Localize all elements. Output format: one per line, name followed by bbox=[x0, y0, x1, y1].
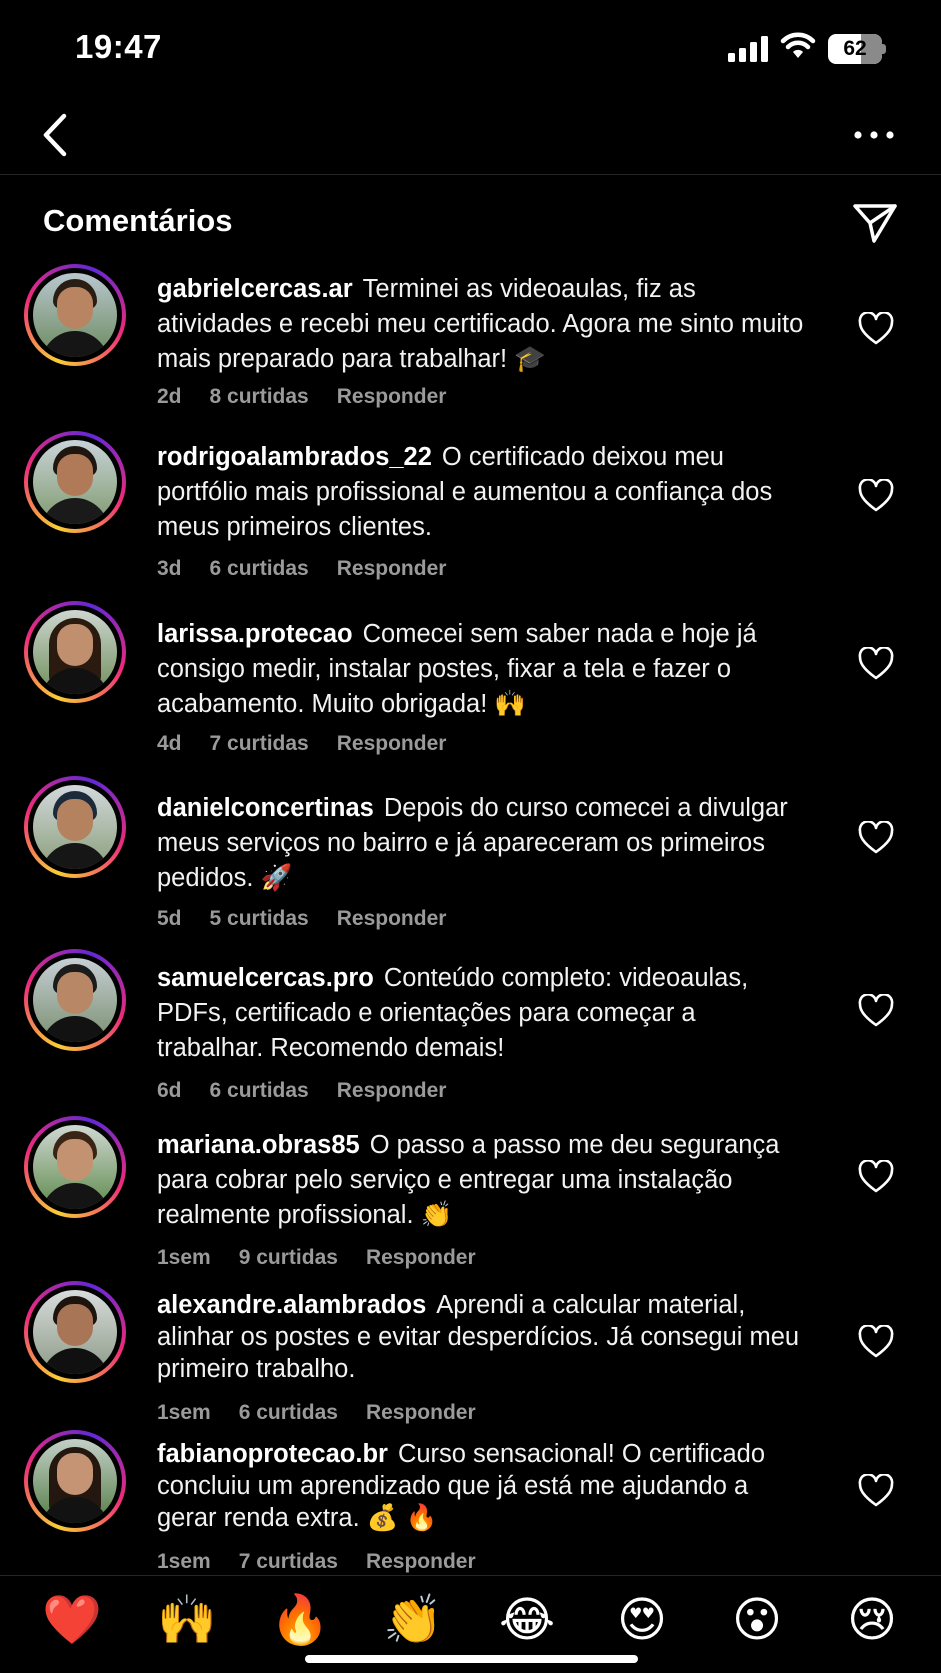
reply-button[interactable]: Responder bbox=[337, 732, 447, 755]
like-heart-icon[interactable] bbox=[858, 1160, 894, 1194]
reaction-laughing-emoji[interactable]: 😂 bbox=[495, 1588, 559, 1652]
comment-username[interactable]: danielconcertinas bbox=[157, 794, 374, 822]
avatar[interactable] bbox=[24, 1430, 126, 1532]
reply-button[interactable]: Responder bbox=[337, 557, 447, 580]
like-heart-icon[interactable] bbox=[858, 1325, 894, 1359]
comment-likes[interactable]: 6 curtidas bbox=[210, 1079, 309, 1102]
comment-time: 1sem bbox=[157, 1246, 211, 1269]
reaction-fire-emoji[interactable]: 🔥 bbox=[268, 1588, 332, 1652]
more-options-icon[interactable] bbox=[852, 120, 896, 150]
comment-time: 1sem bbox=[157, 1550, 211, 1573]
like-heart-icon[interactable] bbox=[858, 479, 894, 513]
reply-button[interactable]: Responder bbox=[337, 907, 447, 930]
comment-username[interactable]: fabianoprotecao.br bbox=[157, 1440, 388, 1468]
avatar[interactable] bbox=[24, 264, 126, 366]
comment-username[interactable]: gabrielcercas.ar bbox=[157, 275, 353, 303]
like-heart-icon[interactable] bbox=[858, 647, 894, 681]
comment-username[interactable]: rodrigoalambrados_22 bbox=[157, 443, 432, 471]
like-heart-icon[interactable] bbox=[858, 994, 894, 1028]
reaction-surprised-emoji[interactable]: 😮 bbox=[725, 1588, 789, 1652]
comment-likes[interactable]: 6 curtidas bbox=[239, 1401, 338, 1424]
reply-button[interactable]: Responder bbox=[366, 1246, 476, 1269]
comment-likes[interactable]: 9 curtidas bbox=[239, 1246, 338, 1269]
like-heart-icon[interactable] bbox=[858, 312, 894, 346]
avatar[interactable] bbox=[24, 949, 126, 1051]
avatar[interactable] bbox=[24, 1281, 126, 1383]
avatar[interactable] bbox=[24, 431, 126, 533]
top-navigation bbox=[0, 100, 941, 175]
reaction-clapping-emoji[interactable]: 👏 bbox=[381, 1588, 445, 1652]
back-chevron-icon[interactable] bbox=[36, 110, 76, 160]
reply-button[interactable]: Responder bbox=[366, 1401, 476, 1424]
wifi-icon bbox=[780, 32, 816, 58]
like-heart-icon[interactable] bbox=[858, 821, 894, 855]
reply-button[interactable]: Responder bbox=[366, 1550, 476, 1573]
like-heart-icon[interactable] bbox=[858, 1474, 894, 1508]
avatar[interactable] bbox=[24, 601, 126, 703]
comment-time: 1sem bbox=[157, 1401, 211, 1424]
status-bar: 19:47 62 bbox=[0, 0, 941, 100]
comment-likes[interactable]: 5 curtidas bbox=[210, 907, 309, 930]
comment-username[interactable]: mariana.obras85 bbox=[157, 1131, 360, 1159]
comment-time: 2d bbox=[157, 385, 182, 408]
share-send-icon[interactable] bbox=[852, 202, 898, 244]
reply-button[interactable]: Responder bbox=[337, 1079, 447, 1102]
battery-percentage: 62 bbox=[843, 37, 867, 60]
comments-title: Comentários bbox=[43, 203, 233, 238]
home-indicator[interactable] bbox=[305, 1655, 638, 1663]
comment-likes[interactable]: 8 curtidas bbox=[210, 385, 309, 408]
reaction-crying-emoji[interactable]: 😢 bbox=[840, 1588, 904, 1652]
comment-likes[interactable]: 6 curtidas bbox=[210, 557, 309, 580]
reaction-heart-emoji[interactable]: ❤️ bbox=[40, 1588, 104, 1652]
comment-username[interactable]: larissa.protecao bbox=[157, 620, 353, 648]
comment-time: 6d bbox=[157, 1079, 182, 1102]
comment-time: 3d bbox=[157, 557, 182, 580]
avatar[interactable] bbox=[24, 1116, 126, 1218]
reaction-raising-hands-emoji[interactable]: 🙌 bbox=[155, 1588, 219, 1652]
cellular-signal-icon bbox=[728, 36, 768, 62]
comment-likes[interactable]: 7 curtidas bbox=[239, 1550, 338, 1573]
battery-icon: 62 bbox=[828, 34, 886, 64]
status-time: 19:47 bbox=[75, 28, 162, 65]
reaction-heart-eyes-emoji[interactable]: 😍 bbox=[610, 1588, 674, 1652]
comment-time: 5d bbox=[157, 907, 182, 930]
reply-button[interactable]: Responder bbox=[337, 385, 447, 408]
comment-likes[interactable]: 7 curtidas bbox=[210, 732, 309, 755]
avatar[interactable] bbox=[24, 776, 126, 878]
comment-time: 4d bbox=[157, 732, 182, 755]
comment-username[interactable]: alexandre.alambrados bbox=[157, 1291, 426, 1319]
comment-username[interactable]: samuelcercas.pro bbox=[157, 964, 374, 992]
